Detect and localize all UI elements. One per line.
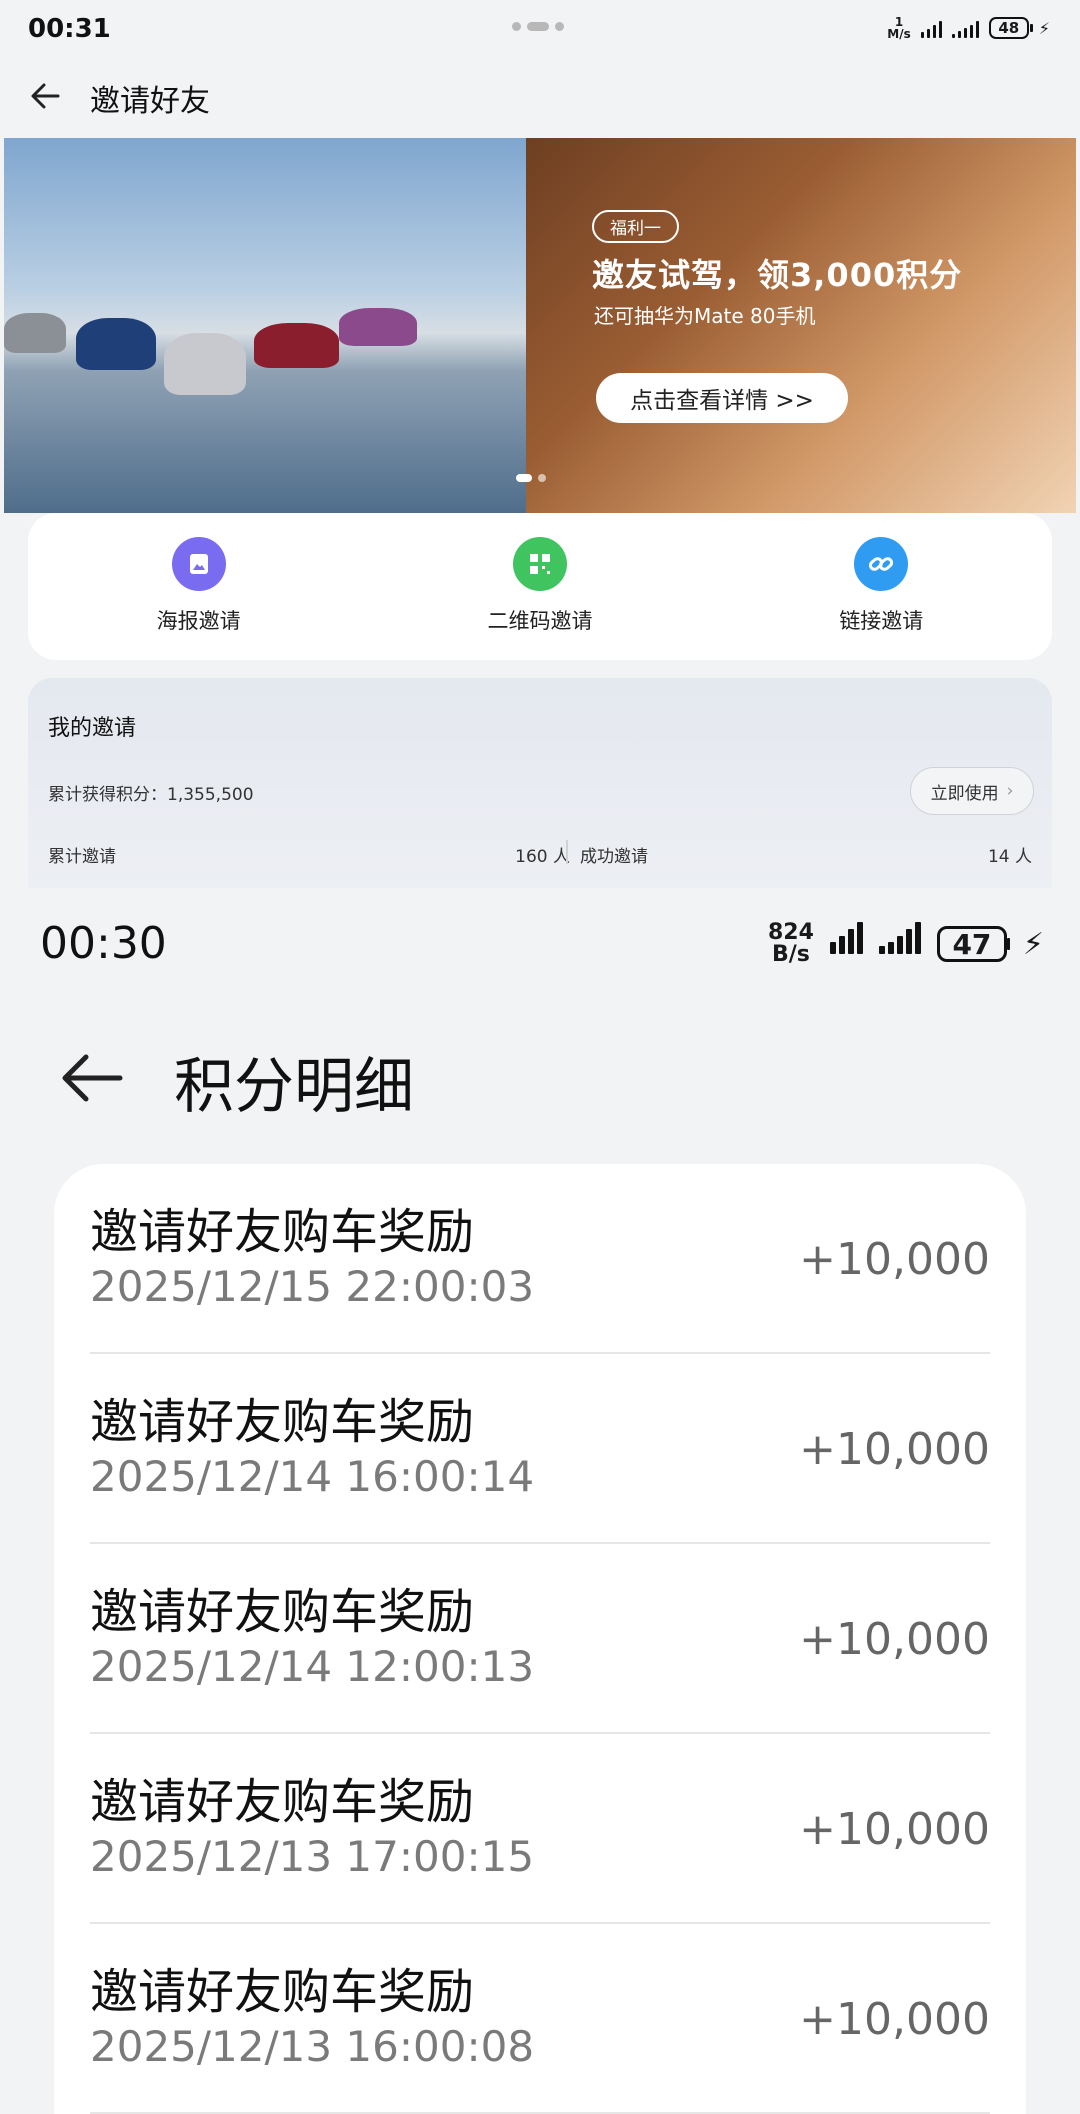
battery-icon: 47 — [936, 926, 1010, 962]
list-item[interactable]: 邀请好友购车奖励 2025/12/14 12:00:13 +10,000 — [90, 1544, 990, 1734]
cars-image — [4, 138, 526, 513]
charging-icon: ⚡ — [1038, 18, 1050, 38]
invite-friends-screen: 00:31 1 M/s 48 ⚡ 邀请好友 福利一 邀友试驾，领3,000积分 … — [0, 0, 1080, 888]
back-arrow-icon[interactable] — [58, 1043, 128, 1113]
banner-headline: 邀友试驾，领3,000积分 — [592, 256, 963, 294]
divider — [566, 840, 568, 864]
banner-pagination — [516, 474, 546, 482]
use-now-button[interactable]: 立即使用 › — [910, 767, 1034, 815]
link-invite-button[interactable]: 链接邀请 — [711, 513, 1052, 660]
list-item[interactable]: 邀请好友购车奖励 2025/12/13 17:00:15 +10,000 — [90, 1734, 990, 1924]
list-item[interactable]: 邀请好友购车奖励 2025/12/14 16:00:14 +10,000 — [90, 1354, 990, 1544]
banner-tag: 福利一 — [592, 210, 679, 243]
promo-banner[interactable] — [4, 138, 1076, 513]
chevron-right-icon: › — [1006, 781, 1014, 801]
charging-icon: ⚡ — [1022, 926, 1044, 962]
invite-methods-card: 海报邀请 二维码邀请 链接邀请 — [28, 513, 1052, 660]
signal-2-icon — [878, 922, 921, 954]
page-title: 邀请好友 — [90, 84, 210, 119]
page-title: 积分明细 — [174, 1052, 414, 1122]
banner-details-button[interactable]: 点击查看详情 >> — [596, 373, 848, 423]
qrcode-invite-button[interactable]: 二维码邀请 — [369, 513, 710, 660]
network-speed: 1 M/s — [887, 15, 911, 41]
poster-icon — [171, 537, 226, 591]
my-invites-heading: 我的邀请 — [48, 716, 137, 741]
qrcode-icon — [512, 537, 567, 591]
my-invites-card: 我的邀请 累计获得积分：1,355,500 立即使用 › 累计邀请 160 人 … — [28, 678, 1052, 888]
network-speed: 824 B/s — [767, 920, 814, 967]
poster-invite-button[interactable]: 海报邀请 — [28, 513, 369, 660]
list-item[interactable]: 邀请好友购车奖励 2025/12/13 16:00:08 +10,000 — [90, 1924, 990, 2114]
points-detail-screen: 00:30 824 B/s 47 ⚡ 积分明细 邀请好友购车奖励 2025/12… — [0, 888, 1080, 2114]
banner-subline: 还可抽华为Mate 80手机 — [594, 304, 816, 328]
signal-icon — [920, 18, 942, 38]
back-arrow-icon[interactable] — [28, 76, 68, 116]
status-time: 00:31 — [28, 14, 111, 44]
signal-icon — [829, 922, 863, 954]
window-handle[interactable] — [512, 22, 564, 31]
top-nav: 邀请好友 — [0, 60, 1080, 140]
status-bar: 00:31 1 M/s 48 ⚡ — [0, 0, 1080, 60]
signal-2-icon — [951, 18, 979, 38]
battery-icon: 48 — [988, 17, 1033, 39]
total-points: 累计获得积分：1,355,500 — [48, 785, 254, 805]
list-item[interactable]: 邀请好友购车奖励 2025/12/15 22:00:03 +10,000 — [90, 1164, 990, 1354]
link-icon — [854, 537, 909, 591]
status-time: 00:30 — [40, 918, 167, 969]
points-record-list: 邀请好友购车奖励 2025/12/15 22:00:03 +10,000 邀请好… — [54, 1164, 1026, 2114]
